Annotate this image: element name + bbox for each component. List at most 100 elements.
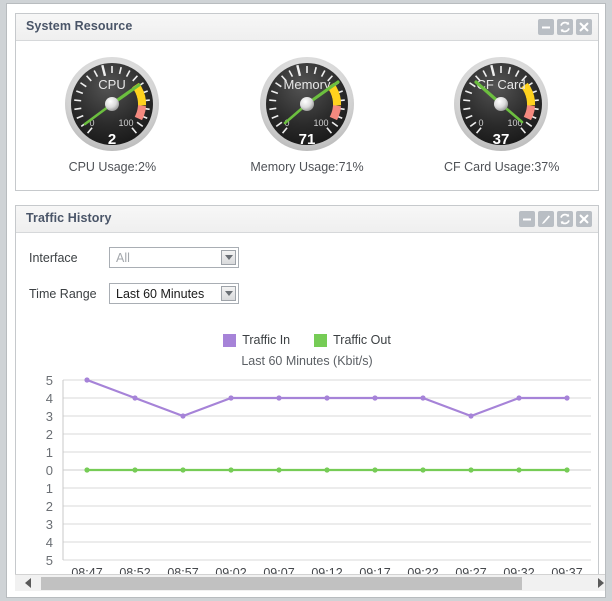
chart-data-point: [372, 467, 378, 473]
time-range-label: Time Range: [29, 286, 97, 301]
chart-data-point: [468, 467, 474, 473]
minimize-icon: [542, 26, 550, 29]
chevron-down-icon: [221, 250, 236, 265]
interface-row: Interface All: [29, 247, 239, 268]
chart-data-point: [84, 467, 90, 473]
traffic-history-titlebar: Traffic History: [16, 206, 598, 233]
chart-data-point: [132, 467, 138, 473]
time-range-selected-value: Last 60 Minutes: [116, 286, 205, 301]
chart-title: Last 60 Minutes (Kbit/s): [241, 354, 373, 368]
y-axis-tick-label: 0: [46, 463, 53, 478]
gauge-memory-svg: Memory 0 100 71: [259, 57, 354, 151]
gauge-cell-cpu: CPU 0 100 2 CPU Usage:2%: [15, 40, 210, 190]
gauge-cpu-max: 100: [118, 118, 133, 128]
time-range-row: Time Range Last 60 Minutes: [29, 283, 239, 304]
traffic-history-panel: Traffic History Interface All Time Range…: [15, 205, 605, 591]
gauge-cpu-hub: [104, 97, 119, 111]
chart-data-point: [228, 467, 234, 473]
legend-item-traffic-out: Traffic Out: [314, 333, 391, 347]
system-resource-panel: System Resource CPU 0 100 2 CPU Usage:2%…: [15, 13, 599, 191]
gauge-memory-caption: Memory Usage:71%: [250, 160, 364, 174]
gauge-cf-card: CF Card 0 100 37: [449, 54, 554, 154]
gauge-cell-cf-card: CF Card 0 100 37 CF Card Usage:37%: [404, 40, 599, 190]
y-axis-tick-label: 2: [46, 499, 53, 514]
chart-data-point: [324, 395, 330, 401]
gauge-cf-card-caption: CF Card Usage:37%: [444, 160, 560, 174]
gauge-cf-card-hub: [494, 97, 509, 111]
y-axis-tick-label: 3: [46, 409, 53, 424]
gauge-memory-label: Memory: [283, 77, 330, 92]
chart-data-point: [132, 395, 138, 401]
legend-label-traffic-out: Traffic Out: [333, 333, 391, 347]
horizontal-scrollbar[interactable]: [15, 574, 605, 591]
y-axis-tick-label: 3: [46, 517, 53, 532]
traffic-history-frame: Traffic History Interface All Time Range…: [15, 205, 605, 591]
interface-select[interactable]: All: [109, 247, 239, 268]
refresh-icon: [560, 21, 570, 33]
traffic-history-edit-button[interactable]: [538, 211, 554, 227]
y-axis-tick-label: 5: [46, 373, 53, 388]
gauge-cpu-svg: CPU 0 100 2: [64, 57, 159, 151]
gauge-cf-card-min: 0: [479, 118, 484, 128]
dashboard-container: System Resource CPU 0 100 2 CPU Usage:2%…: [6, 3, 606, 598]
chart-plot-wrapper: 5 4 3 2 1 0 1 2 3 4 5 08:47 08:52 08:57 09:02 09:07 09:1…: [15, 372, 599, 584]
gauge-memory: Memory 0 100 71: [255, 54, 360, 154]
chart-data-point: [228, 395, 234, 401]
gauge-cpu-value: 2: [108, 131, 116, 148]
legend-swatch-traffic-out: [314, 333, 328, 347]
scroll-left-arrow-icon[interactable]: [19, 575, 36, 591]
chart-data-point: [420, 467, 426, 473]
system-resource-close-button[interactable]: [576, 19, 592, 35]
chart-data-point: [516, 395, 522, 401]
y-axis-tick-label: 4: [46, 535, 53, 550]
chart-data-point: [276, 467, 282, 473]
minimize-icon: [523, 218, 531, 221]
chart-data-point: [468, 413, 474, 419]
gauge-cpu: CPU 0 100 2: [60, 54, 165, 154]
gauge-cf-card-svg: CF Card 0 100 37: [454, 57, 549, 151]
chart-data-point: [564, 467, 570, 473]
interface-label: Interface: [29, 250, 78, 265]
system-resource-frame: System Resource CPU 0 100 2 CPU Usage:2%…: [15, 13, 599, 191]
chart-svg: 5432101234508:47 08:52 08:57 09:02 09:07 09:1…: [46, 373, 591, 580]
time-range-select[interactable]: Last 60 Minutes: [109, 283, 239, 304]
gauge-cell-memory: Memory 0 100 71 Memory Usage:71%: [210, 40, 405, 190]
chart-data-point: [420, 395, 426, 401]
chart-data-point: [276, 395, 282, 401]
page-root: System Resource CPU 0 100 2 CPU Usage:2%…: [0, 0, 612, 601]
system-resource-minimize-button[interactable]: [538, 19, 554, 35]
system-resource-title: System Resource: [26, 19, 133, 33]
chevron-down-icon: [221, 286, 236, 301]
system-resource-toolbar: [538, 19, 592, 35]
chart-data-point: [564, 395, 570, 401]
interface-selected-value: All: [116, 250, 130, 265]
gauge-memory-value: 71: [298, 131, 315, 148]
system-resource-titlebar: System Resource: [16, 14, 598, 41]
close-icon: [579, 214, 589, 224]
traffic-history-title: Traffic History: [26, 211, 112, 225]
system-resource-refresh-button[interactable]: [557, 19, 573, 35]
gauge-cpu-caption: CPU Usage:2%: [68, 160, 157, 174]
legend-label-traffic-in: Traffic In: [242, 333, 291, 347]
chart-data-point: [180, 467, 186, 473]
chart-data-point: [84, 377, 90, 383]
horizontal-scrollbar-thumb[interactable]: [41, 577, 522, 590]
refresh-icon: [560, 213, 570, 225]
legend-item-traffic-in: Traffic In: [223, 333, 290, 347]
gauge-memory-max: 100: [313, 118, 328, 128]
traffic-history-body: Interface All Time Range Last 60 Minutes: [15, 232, 605, 591]
traffic-history-minimize-button[interactable]: [519, 211, 535, 227]
legend-swatch-traffic-in: [223, 333, 237, 347]
traffic-history-refresh-button[interactable]: [557, 211, 573, 227]
gauge-cpu-label: CPU: [98, 77, 125, 92]
traffic-history-toolbar: [519, 211, 592, 227]
scroll-right-arrow-icon[interactable]: [592, 575, 605, 591]
traffic-history-close-button[interactable]: [576, 211, 592, 227]
y-axis-tick-label: 4: [46, 391, 53, 406]
close-icon: [579, 22, 589, 32]
chart-data-point: [372, 395, 378, 401]
chart-legend: Traffic In Traffic Out: [15, 333, 599, 347]
gauges-row: CPU 0 100 2 CPU Usage:2% Memory 0 100 71…: [15, 40, 599, 190]
y-axis-tick-label: 5: [46, 553, 53, 568]
chart-data-point: [180, 413, 186, 419]
